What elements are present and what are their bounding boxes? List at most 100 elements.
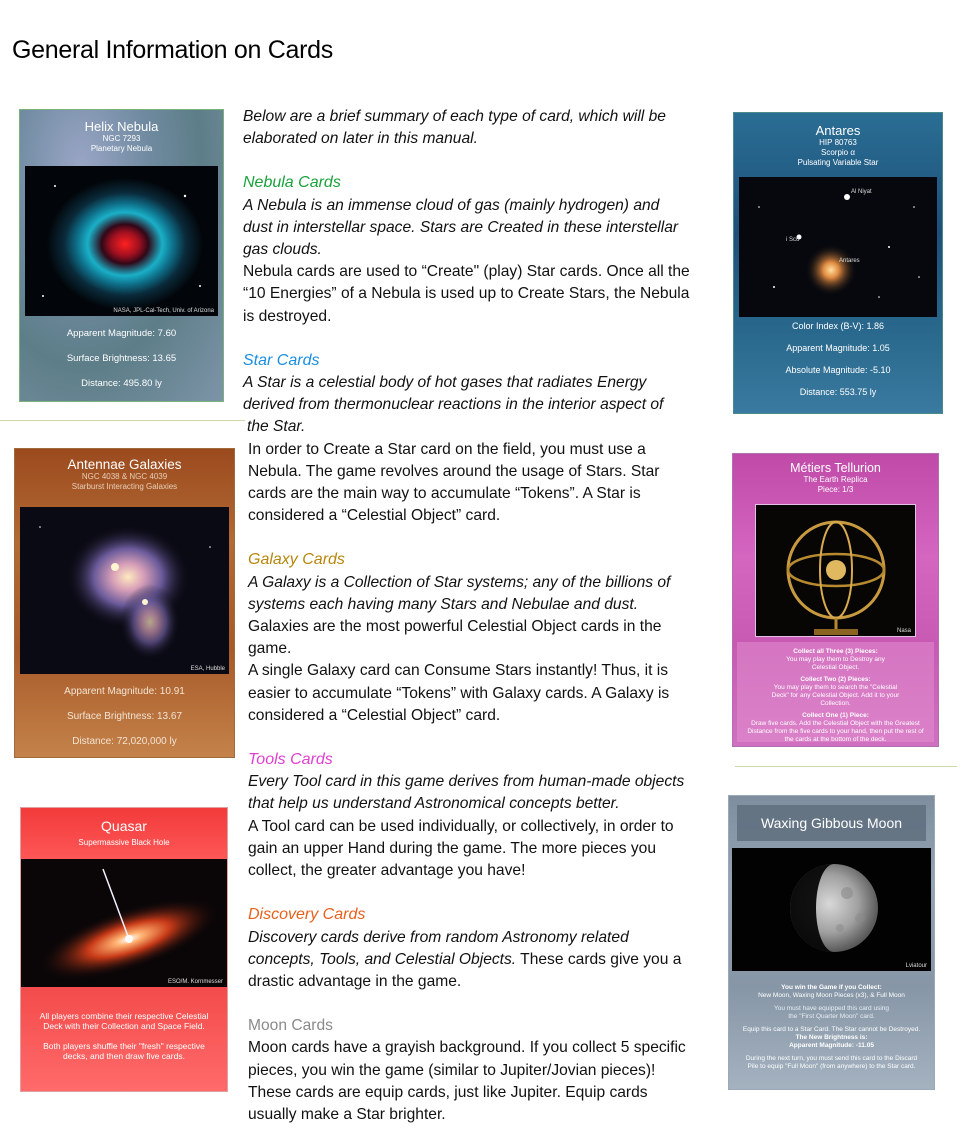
effect-heading: You win the Game if you Collect:	[781, 984, 882, 991]
stat-apparent-magnitude: Apparent Magnitude: 1.05	[786, 343, 890, 353]
star-body: cards are the main way to accumulate “To…	[248, 485, 641, 503]
star-body: considered a “Celestial Object” card.	[248, 507, 501, 525]
antennae-galaxy-art	[39, 525, 211, 660]
helix-nebula-image: NASA, JPL-Cal-Tech, Univ. of Arizona	[25, 166, 218, 316]
effect-text: You may play them to Destroy any Celesti…	[786, 656, 885, 671]
card-title: Métiers Tellurion	[790, 461, 881, 475]
quasar-effect: All players combine their respective Cel…	[21, 993, 227, 1091]
moon-body: usually make a Star brighter.	[248, 1105, 446, 1123]
galaxy-desc: A Galaxy is a Collection of Star systems…	[248, 573, 671, 591]
card-stats: Apparent Magnitude: 10.91 Surface Bright…	[15, 679, 234, 754]
image-credit: ESA, Hubble	[190, 666, 225, 672]
card-title: Helix Nebula	[84, 119, 159, 134]
image-credit: ESO/M. Kornmesser	[167, 979, 223, 985]
waxing-gibbous-moon-card: Waxing Gibbous Moon Lviatour You win the…	[728, 795, 935, 1090]
moon-image: Lviatour	[732, 848, 931, 971]
antennae-galaxies-card: Antennae Galaxies NGC 4038 & NGC 4039 St…	[14, 448, 235, 758]
effect-text: All players combine their respective Cel…	[39, 1011, 209, 1031]
nebula-heading: Nebula Cards	[243, 174, 341, 192]
nebula-desc: gas clouds.	[243, 241, 322, 259]
effect-text: You may play them to search the "Celesti…	[771, 684, 900, 707]
antares-label: Al Niyat	[851, 189, 872, 195]
effect-heading: Collect all Three (3) Pieces:	[793, 648, 878, 655]
galaxy-body: A single Galaxy card can Consume Stars i…	[248, 662, 669, 680]
page-title: General Information on Cards	[12, 36, 333, 64]
effect-text: Equip this card to a Star Card. The Star…	[742, 1026, 921, 1033]
antares-starfield: Al Niyat i Sco Antares	[758, 189, 920, 298]
stat-distance: Distance: 72,020,000 ly	[72, 736, 177, 747]
intro-line: Below are a brief summary of each type o…	[243, 108, 666, 125]
tools-body: collect, the greater advantage you have!	[248, 862, 526, 880]
card-subtitle: NGC 4038 & NGC 4039	[81, 472, 168, 481]
star-body: In order to Create a Star card on the fi…	[248, 440, 646, 458]
effect-text: the "First Quarter Moon" card.	[788, 1013, 875, 1020]
metiers-tellurion-card: Métiers Tellurion The Earth Replica Piec…	[732, 453, 939, 747]
galaxy-body: easier to accumulate “Tokens” with Galax…	[248, 684, 670, 702]
stat-distance: Distance: 495.80 ly	[81, 378, 162, 389]
card-title: Antares	[815, 123, 861, 138]
antares-image: Al Niyat i Sco Antares	[739, 177, 937, 317]
antennae-image: ESA, Hubble	[20, 507, 229, 674]
tellurion-effects: Collect all Three (3) Pieces: You may pl…	[737, 642, 934, 743]
moon-art	[790, 864, 878, 952]
card-stats: Color Index (B-V): 1.86 Apparent Magnitu…	[734, 315, 942, 403]
tellurion-image: Nasa	[755, 504, 916, 637]
galaxy-body: Galaxies are the most powerful Celestial…	[248, 618, 662, 636]
helix-nebula-card: Helix Nebula NGC 7293 Planetary Nebula N…	[19, 109, 224, 402]
nebula-body: is destroyed.	[243, 307, 332, 325]
star-heading: Star Cards	[243, 351, 320, 369]
nebula-body: “10 Energies” of a Nebula is used up to …	[243, 285, 690, 303]
antares-card: Antares HIP 80763 Scorpio α Pulsating Va…	[733, 112, 943, 414]
quasar-image: ESO/M. Kornmesser	[21, 859, 227, 987]
card-subtitle: Pulsating Variable Star	[797, 158, 879, 167]
galaxy-desc: systems each having many Stars and Nebul…	[248, 595, 639, 613]
card-subtitle: Scorpio α	[821, 148, 855, 157]
stat-absolute-magnitude: Absolute Magnitude: -5.10	[785, 365, 891, 375]
effect-text: You must have equipped this card using	[773, 1005, 890, 1012]
card-title: Antennae Galaxies	[67, 457, 182, 472]
tools-body: A Tool card can be used individually, or…	[248, 817, 674, 835]
tools-desc: Every Tool card in this game derives fro…	[248, 773, 685, 791]
card-subtitle: Supermassive Black Hole	[78, 838, 170, 847]
effect-text: New Moon, Waxing Moon Pieces (x3), & Ful…	[758, 992, 905, 999]
antares-label: i Sco	[786, 237, 800, 243]
effect-heading: Collect Two (2) Pieces:	[800, 676, 871, 683]
card-subtitle: NGC 7293	[102, 134, 141, 143]
nebula-desc: A Nebula is an immense cloud of gas (mai…	[243, 196, 660, 214]
card-subtitle: Starburst Interacting Galaxies	[71, 482, 178, 491]
moon-body: These cards are equip cards, just like J…	[248, 1083, 648, 1101]
card-title: Waxing Gibbous Moon	[760, 815, 903, 831]
stat-surface-brightness: Surface Brightness: 13.67	[66, 711, 183, 722]
nebula-body: Nebula cards are used to “Create" (play)…	[243, 263, 690, 281]
effect-heading: Apparent Magnitude: -11.05	[789, 1042, 874, 1049]
discovery-desc: Discovery cards derive from random Astro…	[248, 928, 629, 946]
card-subtitle: Planetary Nebula	[90, 144, 153, 153]
tools-desc: that help us understand Astronomical con…	[248, 795, 620, 813]
effect-heading: Collect One (1) Piece:	[802, 712, 869, 719]
discovery-desc: concepts, Tools, and Celestial Objects.	[248, 950, 517, 968]
image-credit: NASA, JPL-Cal-Tech, Univ. of Arizona	[113, 308, 214, 314]
star-desc: the Star.	[247, 418, 306, 436]
effect-text: Both players shuffle their "fresh" respe…	[43, 1041, 205, 1061]
separator	[0, 420, 245, 421]
image-credit: Lviatour	[905, 963, 927, 969]
main-text: Below are a brief summary of each type o…	[243, 106, 713, 1126]
card-subtitle: HIP 80763	[819, 138, 857, 147]
star-desc: derived from thermonuclear reactions in …	[243, 396, 664, 414]
discovery-heading: Discovery Cards	[248, 906, 366, 924]
discovery-desc: drastic advantage in the game.	[248, 972, 462, 990]
moon-body: pieces, you win the game (similar to Jup…	[248, 1061, 656, 1079]
star-desc: A Star is a celestial body of hot gases …	[243, 374, 647, 392]
card-subtitle: The Earth Replica	[803, 475, 868, 484]
intro-line: elaborated on later in this manual.	[243, 130, 478, 148]
effect-heading: The New Brightness is:	[795, 1034, 868, 1041]
stat-apparent-magnitude: Apparent Magnitude: 10.91	[64, 686, 185, 697]
effect-text: Draw five cards. Add the Celestial Objec…	[747, 720, 924, 743]
card-stats: Apparent Magnitude: 7.60 Surface Brightn…	[20, 321, 223, 396]
galaxy-body: game.	[248, 640, 292, 658]
stat-surface-brightness: Surface Brightness: 13.65	[66, 353, 177, 364]
card-subtitle: Piece: 1/3	[817, 485, 854, 494]
tools-heading: Tools Cards	[248, 751, 333, 769]
stat-distance: Distance: 553.75 ly	[799, 387, 877, 397]
card-title: Quasar	[101, 818, 147, 834]
